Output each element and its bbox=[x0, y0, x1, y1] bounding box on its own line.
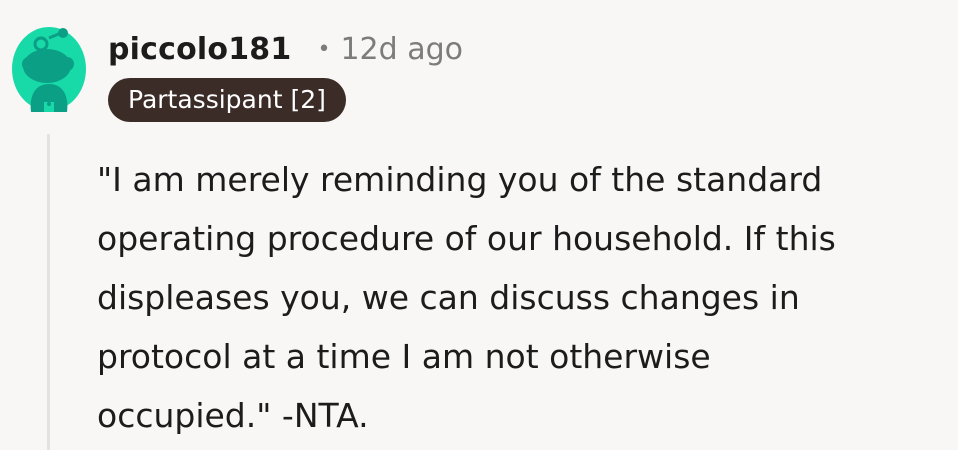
username-link[interactable]: piccolo181 bbox=[108, 32, 291, 67]
avatar[interactable] bbox=[11, 26, 87, 112]
comment-body-line: displeases you, we can discuss changes i… bbox=[97, 278, 800, 317]
snoo-avatar-icon bbox=[12, 27, 86, 112]
comment-meta: piccolo181 • 12d ago bbox=[108, 27, 463, 71]
comment-body-line: occupied." -NTA. bbox=[97, 396, 369, 435]
comment-body: "I am merely reminding you of the standa… bbox=[97, 150, 942, 445]
comment-body-line: operating procedure of our household. If… bbox=[97, 219, 836, 258]
comment-body-line: "I am merely reminding you of the standa… bbox=[97, 160, 823, 199]
meta-separator: • bbox=[317, 36, 331, 62]
comment-body-line: protocol at a time I am not otherwise bbox=[97, 337, 711, 376]
timestamp[interactable]: 12d ago bbox=[340, 32, 463, 67]
comment: piccolo181 • 12d ago Partassipant [2] "I… bbox=[0, 0, 958, 450]
user-flair-badge: Partassipant [2] bbox=[108, 78, 346, 122]
thread-line[interactable] bbox=[47, 134, 50, 450]
